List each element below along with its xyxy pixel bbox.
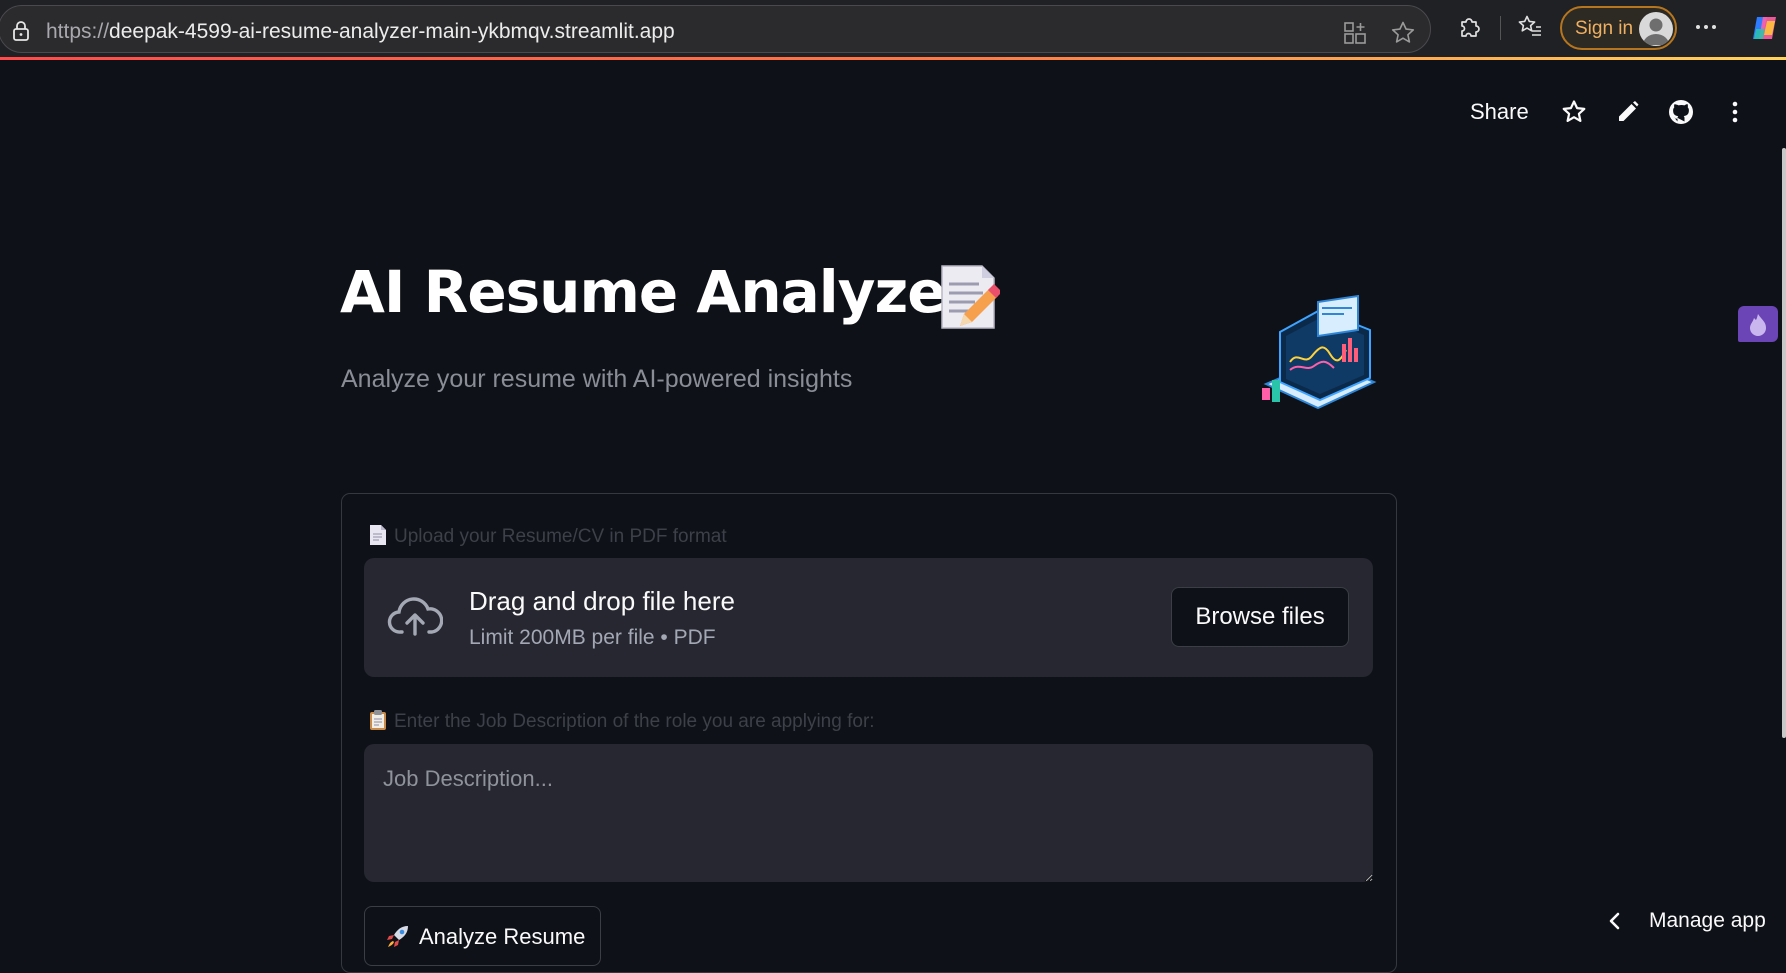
lock-icon[interactable] (12, 21, 30, 41)
share-button[interactable]: Share (1470, 99, 1529, 125)
job-description-textarea[interactable] (364, 744, 1373, 882)
star-icon[interactable] (1561, 99, 1587, 125)
browser-toolbar: https://deepak-4599-ai-resume-analyzer-m… (0, 0, 1786, 57)
sign-in-label: Sign in (1575, 18, 1634, 39)
split-screen-icon[interactable] (1342, 20, 1368, 46)
extensions-icon[interactable] (1456, 14, 1482, 40)
job-description-label-text: Enter the Job Description of the role yo… (394, 711, 875, 732)
upload-label: Upload your Resume/CV in PDF format (368, 524, 727, 548)
edit-pencil-icon[interactable] (1615, 99, 1641, 125)
kebab-menu-icon[interactable] (1722, 99, 1748, 125)
resume-form: Upload your Resume/CV in PDF format Drag… (341, 493, 1397, 973)
analyze-resume-button[interactable]: Analyze Resume (364, 906, 601, 966)
dropzone-limit-text: Limit 200MB per file • PDF (469, 626, 716, 649)
manage-app-label: Manage app (1649, 909, 1766, 932)
analyze-resume-label: Analyze Resume (419, 923, 586, 949)
favorite-star-icon[interactable] (1390, 20, 1416, 46)
analytics-laptop-illustration (1262, 294, 1377, 410)
url-scheme: https:// (46, 20, 110, 43)
page-title: AI Resume Analyzer (340, 258, 974, 326)
floating-chat-badge[interactable] (1738, 306, 1778, 342)
favorites-list-icon[interactable] (1517, 14, 1543, 40)
profile-avatar-icon (1639, 12, 1673, 46)
memo-emoji-icon (941, 265, 1000, 329)
url-host: deepak-4599-ai-resume-analyzer-main-ykbm… (109, 20, 675, 43)
cloud-upload-icon (387, 597, 443, 636)
rocket-icon (387, 925, 408, 947)
streamlit-decoration-bar (0, 57, 1786, 60)
toolbar-separator (1500, 16, 1501, 40)
page-scrollbar[interactable] (1782, 148, 1786, 738)
chevron-left-icon (1609, 912, 1620, 930)
upload-label-text: Upload your Resume/CV in PDF format (394, 526, 727, 547)
flame-icon (1750, 314, 1766, 336)
address-bar[interactable]: https://deepak-4599-ai-resume-analyzer-m… (0, 5, 1431, 53)
dropzone-title: Drag and drop file here (469, 586, 735, 616)
more-options-icon[interactable] (1693, 14, 1719, 40)
page-subtitle: Analyze your resume with AI-powered insi… (341, 365, 853, 393)
github-icon[interactable] (1668, 99, 1694, 125)
browse-files-button[interactable]: Browse files (1171, 587, 1349, 647)
job-description-label: Enter the Job Description of the role yo… (368, 709, 875, 733)
file-dropzone[interactable]: Drag and drop file here Limit 200MB per … (364, 558, 1373, 677)
page-facing-up-icon (370, 525, 386, 545)
url-text[interactable]: https://deepak-4599-ai-resume-analyzer-m… (46, 20, 675, 44)
clipboard-icon (370, 710, 386, 730)
copilot-icon[interactable] (1748, 11, 1782, 45)
sign-in-button[interactable]: Sign in (1560, 6, 1677, 50)
